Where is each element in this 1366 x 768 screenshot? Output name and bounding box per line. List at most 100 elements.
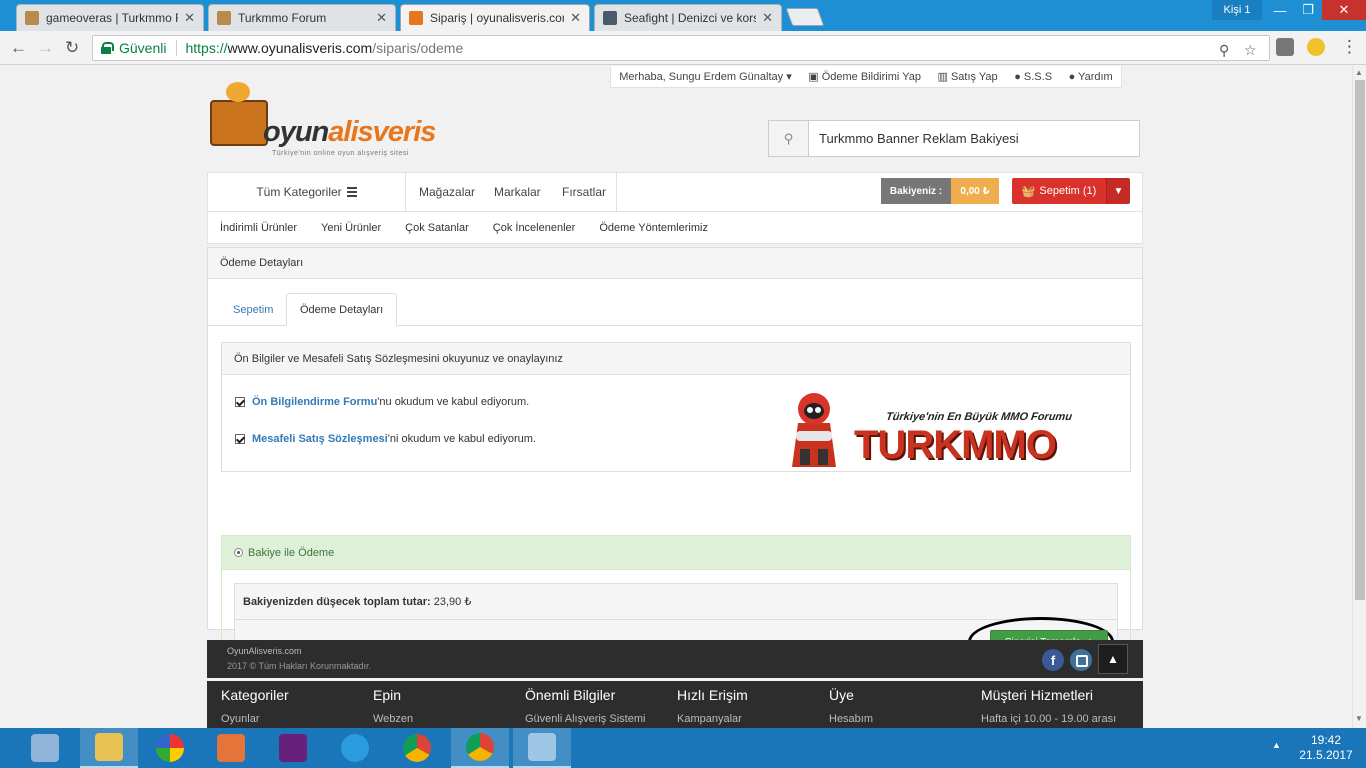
footer-col-info: Önemli Bilgiler Güvenli Alışveriş Sistem…	[525, 687, 645, 725]
menu-kebab-icon[interactable]: ⋮	[1341, 37, 1358, 57]
tray-chevron-up-icon[interactable]: ▲	[1272, 740, 1281, 750]
footer-col-heading: Epin	[373, 687, 402, 703]
footer-site-name: OyunAlisveris.com	[227, 646, 302, 656]
search-input[interactable]	[809, 121, 1139, 156]
close-tab-icon[interactable]: ✕	[570, 10, 581, 26]
system-clock[interactable]: 19:42 21.5.2017	[1296, 733, 1356, 763]
windows-taskbar: ▲ 19:42 21.5.2017	[0, 728, 1366, 768]
close-tab-icon[interactable]: ✕	[184, 10, 195, 26]
page-viewport: Merhaba, Sungu Erdem Günaltay ▾ ▣ Ödeme …	[0, 66, 1352, 728]
logo-tagline: Türkiye'nin online oyun alışveriş sitesi	[272, 150, 409, 157]
minimize-icon[interactable]: —	[1266, 0, 1294, 20]
mascot-icon	[792, 393, 836, 467]
clock-date: 21.5.2017	[1299, 748, 1353, 762]
maximize-icon[interactable]: ❐	[1294, 0, 1322, 20]
basket-icon: 🧺	[1021, 185, 1036, 198]
payment-method-option[interactable]: Bakiye ile Ödeme	[222, 536, 1130, 570]
footer-link[interactable]: Kampanyalar	[677, 713, 748, 725]
url-path: /siparis/odeme	[372, 40, 464, 56]
sell-link[interactable]: ▥ Satış Yap	[938, 70, 998, 83]
vertical-scrollbar[interactable]: ▲ ▼	[1352, 66, 1366, 728]
seafight-favicon-icon	[603, 11, 617, 25]
footer-link[interactable]: Oyunlar	[221, 713, 289, 725]
tab-label: Turkmmo Forum	[238, 11, 327, 25]
tab-payment-details[interactable]: Ödeme Detayları	[286, 293, 398, 326]
facebook-icon[interactable]: f	[1042, 649, 1064, 671]
banner-wordmark: TURKMMO	[854, 423, 1057, 467]
distance-sales-contract-link[interactable]: Mesafeli Satış Sözleşmesi	[252, 433, 388, 445]
total-amount-box: Bakiyenizden düşecek toplam tutar: 23,90…	[234, 583, 1118, 620]
divider	[176, 40, 178, 56]
instagram-icon[interactable]	[1070, 649, 1092, 671]
cart-button[interactable]: 🧺 Sepetim (1)	[1012, 178, 1106, 204]
taskbar-system-app[interactable]	[16, 728, 74, 768]
nav-stores-link[interactable]: Mağazalar	[419, 173, 475, 211]
chevron-down-icon[interactable]: ▼	[1106, 178, 1130, 204]
logo-text: oyunalisveris	[263, 116, 436, 148]
search-icon[interactable]: ⚲	[769, 121, 809, 156]
close-tab-icon[interactable]: ✕	[762, 10, 773, 26]
browser-tab-siparis[interactable]: Sipariş | oyunalisveris.com ✕	[400, 4, 590, 31]
footer-link[interactable]: Güvenli Alışveriş Sistemi	[525, 713, 645, 725]
payment-notice-link[interactable]: ▣ Ödeme Bildirimi Yap	[808, 70, 921, 83]
subnav-most-reviewed[interactable]: Çok İncelenenler	[493, 222, 576, 234]
turkmmo-favicon-icon	[25, 11, 39, 25]
preinfo-form-link[interactable]: Ön Bilgilendirme Formu	[252, 396, 377, 408]
url-host: www.oyunalisveris.com	[227, 40, 373, 56]
turkmmo-banner: Türkiye'nin En Büyük MMO Forumu TURKMMO	[776, 375, 1076, 470]
site-logo[interactable]: oyunalisveris Türkiye'nin online oyun al…	[208, 78, 458, 160]
taskbar-file-explorer[interactable]	[80, 728, 138, 768]
extension-icon[interactable]	[1276, 38, 1294, 56]
scrollbar-thumb[interactable]	[1355, 80, 1365, 600]
subnav-discounted[interactable]: İndirimli Ürünler	[220, 222, 297, 234]
subnav-payment-methods[interactable]: Ödeme Yöntemlerimiz	[599, 222, 708, 234]
turkmmo-favicon-icon	[217, 11, 231, 25]
browser-toolbar: ← → ↻ Güvenli https://www.oyunalisveris.…	[0, 31, 1366, 65]
address-bar[interactable]: Güvenli https://www.oyunalisveris.com/si…	[92, 35, 1270, 61]
emoji-extension-icon[interactable]	[1307, 38, 1325, 56]
chrome-icon	[466, 733, 494, 761]
footer-col-quick: Hızlı Erişim Kampanyalar	[677, 687, 748, 725]
tab-cart[interactable]: Sepetim	[220, 293, 286, 326]
scroll-up-arrow-icon[interactable]: ▲	[1355, 68, 1363, 77]
browser-tab-seafight[interactable]: Seafight | Denizci ve kors ✕	[594, 4, 782, 31]
scroll-down-arrow-icon[interactable]: ▼	[1355, 714, 1363, 723]
taskbar-internet-explorer[interactable]	[326, 728, 384, 768]
browser-tab-turkmmo-forum[interactable]: Turkmmo Forum ✕	[208, 4, 396, 31]
taskbar-notepad[interactable]	[513, 728, 571, 768]
control-panel-icon	[31, 734, 59, 762]
payment-method-radio[interactable]	[234, 548, 243, 557]
browser-tab-gameoveras[interactable]: gameoveras | Turkmmo F ✕	[16, 4, 204, 31]
user-greeting-menu[interactable]: Merhaba, Sungu Erdem Günaltay ▾	[619, 70, 791, 83]
taskbar-picasa[interactable]	[141, 728, 199, 768]
scroll-top-arrow-icon[interactable]: ▲	[1098, 644, 1128, 674]
preinfo-checkbox[interactable]	[235, 397, 245, 407]
nav-brands-link[interactable]: Markalar	[494, 173, 541, 211]
profile-button[interactable]: Kişi 1	[1212, 0, 1262, 20]
back-arrow-icon[interactable]: ←	[10, 38, 27, 58]
new-tab-button[interactable]	[785, 8, 825, 26]
taskbar-chrome-profile[interactable]	[451, 728, 509, 768]
all-categories-button[interactable]: Tüm Kategoriler	[208, 173, 406, 211]
reload-icon[interactable]: ↻	[65, 38, 79, 58]
close-window-icon[interactable]: ✕	[1322, 0, 1366, 20]
taskbar-media-player[interactable]	[202, 728, 260, 768]
footer-link[interactable]: Hesabım	[829, 713, 873, 725]
subnav-new[interactable]: Yeni Ürünler	[321, 222, 381, 234]
help-link[interactable]: ● Yardım	[1069, 71, 1113, 83]
internet-explorer-icon	[341, 734, 369, 762]
taskbar-visual-studio[interactable]	[264, 728, 322, 768]
footer-link[interactable]: Webzen	[373, 713, 413, 725]
oyunalisveris-favicon-icon	[409, 11, 423, 25]
close-tab-icon[interactable]: ✕	[376, 10, 387, 26]
taskbar-chrome[interactable]	[388, 728, 446, 768]
forward-arrow-icon[interactable]: →	[37, 38, 54, 58]
contract-checkbox[interactable]	[235, 434, 245, 444]
all-categories-label: Tüm Kategoriler	[256, 185, 342, 199]
nav-deals-link[interactable]: Fırsatlar	[562, 173, 606, 211]
faq-link[interactable]: ● S.S.S	[1014, 71, 1052, 83]
subnav-bestsellers[interactable]: Çok Satanlar	[405, 222, 469, 234]
zoom-icon[interactable]: ⚲	[1219, 42, 1229, 59]
notepad-icon	[528, 733, 556, 761]
bookmark-star-icon[interactable]: ☆	[1244, 42, 1257, 59]
